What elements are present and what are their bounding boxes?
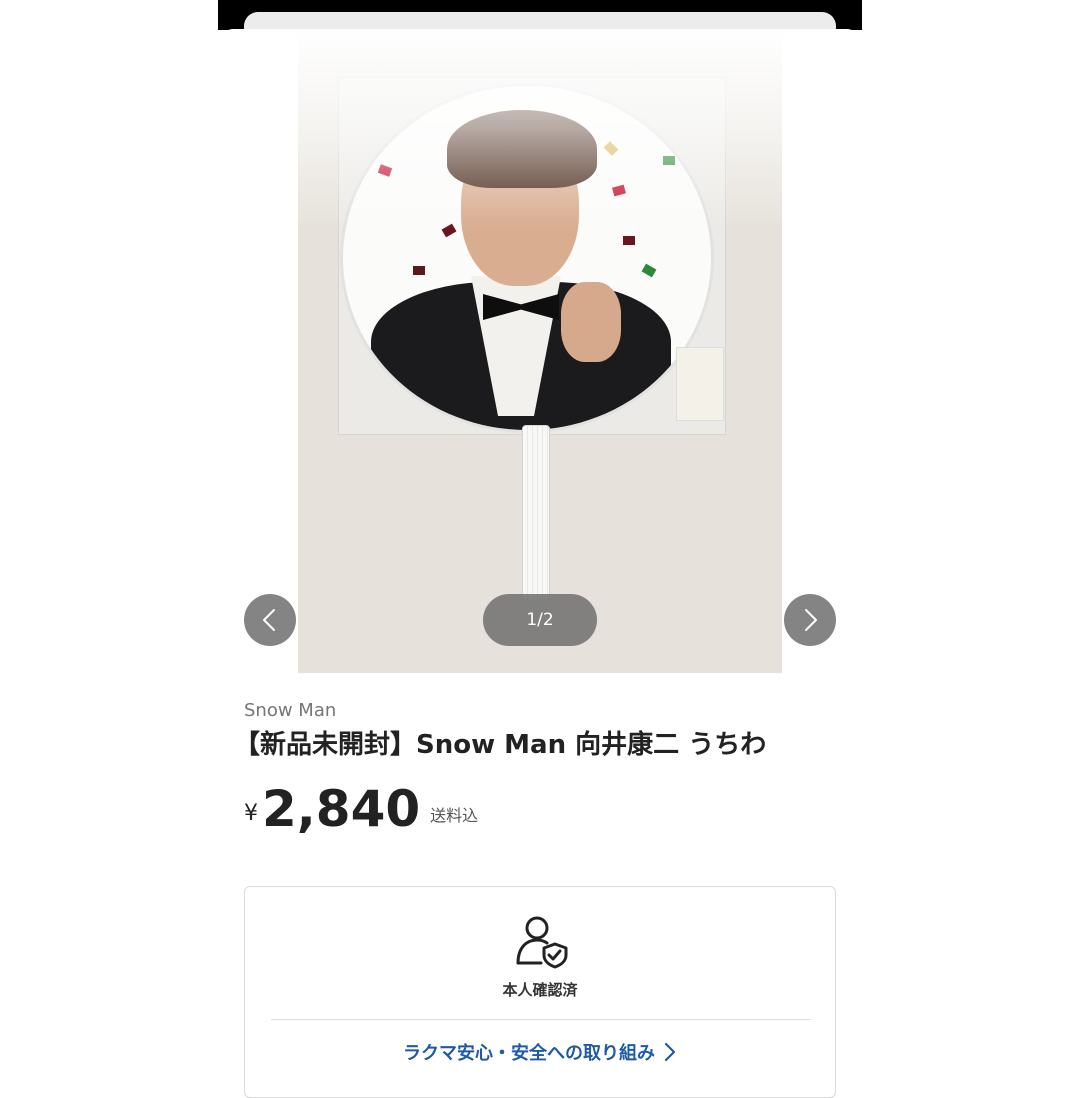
confetti: [641, 263, 657, 278]
chevron-left-icon: [240, 61, 258, 93]
fan-handle: [522, 425, 550, 601]
currency-symbol: ¥: [244, 801, 258, 826]
product-title: 【新品未開封】Snow Man 向井康二 うちわ: [234, 730, 767, 760]
more-options-button[interactable]: [794, 67, 838, 81]
next-image-button[interactable]: [784, 594, 836, 646]
safety-link-label: ラクマ安心・安全への取り組み: [403, 1043, 655, 1064]
product-price: 2,840: [262, 780, 421, 838]
back-button[interactable]: [230, 57, 270, 97]
product-brand[interactable]: Snow Man: [244, 700, 336, 721]
top-gradient: [218, 29, 862, 229]
identity-verified-label: 本人確認済: [502, 981, 578, 999]
safety-initiatives-link[interactable]: ラクマ安心・安全への取り組み: [245, 1039, 835, 1067]
pointing-hand: [561, 282, 621, 362]
divider: [271, 1019, 811, 1020]
chevron-right-icon: [805, 609, 817, 631]
image-page-indicator: 1/2: [483, 594, 597, 646]
confetti: [413, 266, 425, 275]
more-horizontal-icon: [798, 71, 834, 79]
previous-image-button[interactable]: [244, 594, 296, 646]
shipping-note: 送料込: [430, 806, 479, 825]
trust-card: 本人確認済 ラクマ安心・安全への取り組み: [244, 886, 836, 1098]
product-tag: [676, 347, 724, 421]
confetti: [623, 236, 635, 245]
chevron-left-icon: [263, 609, 275, 631]
chevron-right-icon: [663, 1042, 677, 1067]
price-row: ¥ 2,840 送料込: [244, 774, 478, 834]
user-shield-check-icon: [516, 916, 568, 969]
